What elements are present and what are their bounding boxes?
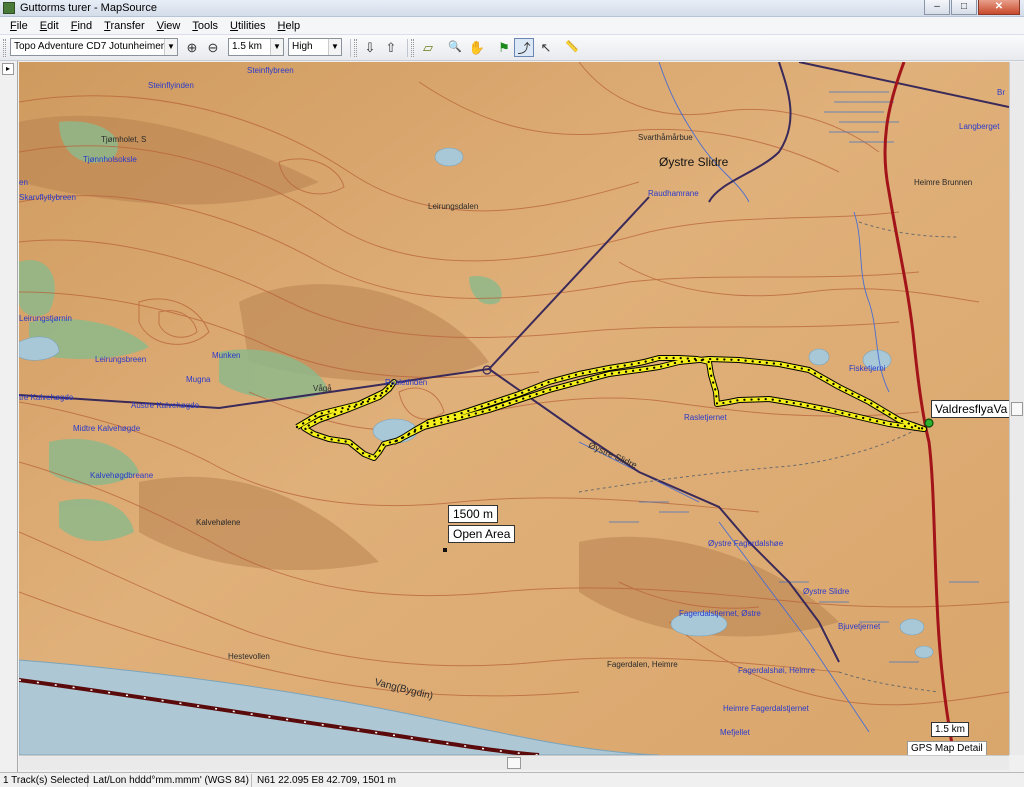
toolbar-grip[interactable] [3,39,6,57]
waypoint-tool-icon[interactable]: ⚑ [494,38,514,57]
map-label: Rasletjernet [684,413,727,422]
map-label: tre Kalvehøgde [19,393,74,402]
map-label: Leirungsdalen [428,202,479,211]
title-bar: Guttorms turer - MapSource – □ ✕ [0,0,1024,17]
map-label: Kalvehølene [196,518,241,527]
menu-edit[interactable]: Edit [34,17,65,35]
mapsource-app-icon[interactable] [3,2,15,14]
close-button[interactable]: ✕ [978,0,1020,15]
map-label: Br [997,88,1005,97]
route-tool-icon[interactable]: ⤴ [514,38,534,57]
menu-transfer[interactable]: Transfer [98,17,151,35]
menu-utilities[interactable]: Utilities [224,17,271,35]
horizontal-scroll-thumb[interactable] [507,757,521,769]
map-label: Fagerdalen, Heimre [607,660,678,669]
map-label: Langberget [959,122,1000,131]
map-label: Munken [212,351,241,360]
window-controls: – □ ✕ [924,0,1020,15]
map-product-value: Topo Adventure CD7 Jotunheimen [14,41,167,52]
map-label: Austre Kalvehøgde [131,401,200,410]
map-label: Svarthåmårbue [638,133,693,142]
measure-tool-icon[interactable]: 📏 [562,38,582,57]
map-label: Skarvflyt­lybreen [19,193,76,202]
chevron-down-icon[interactable]: ▼ [164,39,177,55]
menu-find[interactable]: Find [65,17,98,35]
map-label: Steinflybreen [247,66,294,75]
map-label: Øystre Fagerdalshøe [708,539,784,548]
detail-level-select[interactable]: High ▼ [288,38,342,56]
map-label: Rasletinden [385,378,428,387]
map-label: Fagerdalstjernet, Østre [679,609,761,618]
zoom-in-icon[interactable]: ⊕ [182,38,202,57]
zoom-out-icon[interactable]: ⊖ [203,38,223,57]
left-panel-strip: ▸ [0,61,18,772]
toolbar-grip[interactable] [354,39,357,57]
vertical-scrollbar[interactable] [1009,62,1024,755]
map-label: Steinflyinden [148,81,194,90]
map-label: Mugna [186,375,211,384]
waypoint-label[interactable]: ValdresflyaVa [931,400,1009,418]
toolbar-separator [407,39,408,57]
map-label: Mefjellet [720,728,750,737]
toolbar-separator [350,39,351,57]
map-view[interactable]: Steinflybreen Steinflyinden Tjømholet, S… [19,62,1009,755]
feature-tooltip: Open Area [448,525,516,543]
map-label: Tjømholet, S [101,135,147,144]
map-label: Midtre Kalvehøgde [73,424,141,433]
expand-panel-icon[interactable]: ▸ [2,63,14,75]
map-label: Øystre Slidre [803,587,850,596]
status-bar: 1 Track(s) Selected Lat/Lon hddd°mm.mmm'… [0,772,1024,787]
chevron-down-icon[interactable]: ▼ [328,39,341,55]
vertical-scroll-thumb[interactable] [1011,402,1023,416]
waypoint-marker[interactable] [924,418,934,428]
map-label: Bjuvetjernet [838,622,881,631]
maximize-button[interactable]: □ [951,0,977,15]
map-label: Fisketjerni [849,364,886,373]
send-to-device-icon[interactable]: ⇧ [381,38,401,57]
map-tool-icon[interactable]: ▱ [418,38,438,57]
map-label: en [19,178,28,187]
window-title: Guttorms turer - MapSource [20,2,157,14]
map-label: Raudhamrane [648,189,699,198]
cursor-position-status: N61 22.095 E8 42.709, 1501 m [257,775,396,786]
map-label: Tjønnholsoksle [83,155,137,164]
detail-level-value: High [292,41,313,52]
map-label: Leirungstjørnin [19,314,72,323]
map-product-select[interactable]: Topo Adventure CD7 Jotunheimen ▼ [10,38,178,56]
cursor-point-marker [443,548,447,552]
map-label: Hestevollen [228,652,270,661]
scale-bar: 1.5 km [931,722,970,737]
map-detail-caption: GPS Map Detail [907,741,987,755]
map-label: Fagerdalshøi, Heimre [738,666,815,675]
map-label: Heimre Fagerdalstjernet [723,704,809,713]
map-label: Vågå [313,384,332,393]
selection-status: 1 Track(s) Selected [0,774,89,787]
map-label: Leirungsbreen [95,355,147,364]
hand-tool-icon[interactable]: ✋ [467,38,487,57]
toolbar: Topo Adventure CD7 Jotunheimen ▼ ⊕ ⊖ 1.5… [0,35,1024,61]
zoom-scale-select[interactable]: 1.5 km ▼ [228,38,284,56]
elevation-tooltip: 1500 m [448,505,499,523]
map-label: Øystre Slidre [659,155,729,169]
menu-help[interactable]: Help [272,17,307,35]
chevron-down-icon[interactable]: ▼ [270,39,283,55]
toolbar-grip[interactable] [411,39,414,57]
horizontal-scrollbar[interactable] [19,755,1009,770]
map-label: Kalvehøgdbreane [90,471,154,480]
position-format-status: Lat/Lon hddd°mm.mmm' (WGS 84) [90,774,252,787]
menu-tools[interactable]: Tools [186,17,224,35]
minimize-button[interactable]: – [924,0,950,15]
selection-tool-icon[interactable]: ↖ [536,38,556,57]
receive-from-device-icon[interactable]: ⇩ [360,38,380,57]
zoom-scale-value: 1.5 km [232,41,263,52]
menu-file[interactable]: File [4,17,34,35]
menu-view[interactable]: View [151,17,187,35]
map-label: Heimre Brunnen [914,178,973,187]
zoom-tool-icon[interactable]: 🔍 [445,38,465,57]
menu-bar: File Edit Find Transfer View Tools Utili… [0,17,1024,35]
